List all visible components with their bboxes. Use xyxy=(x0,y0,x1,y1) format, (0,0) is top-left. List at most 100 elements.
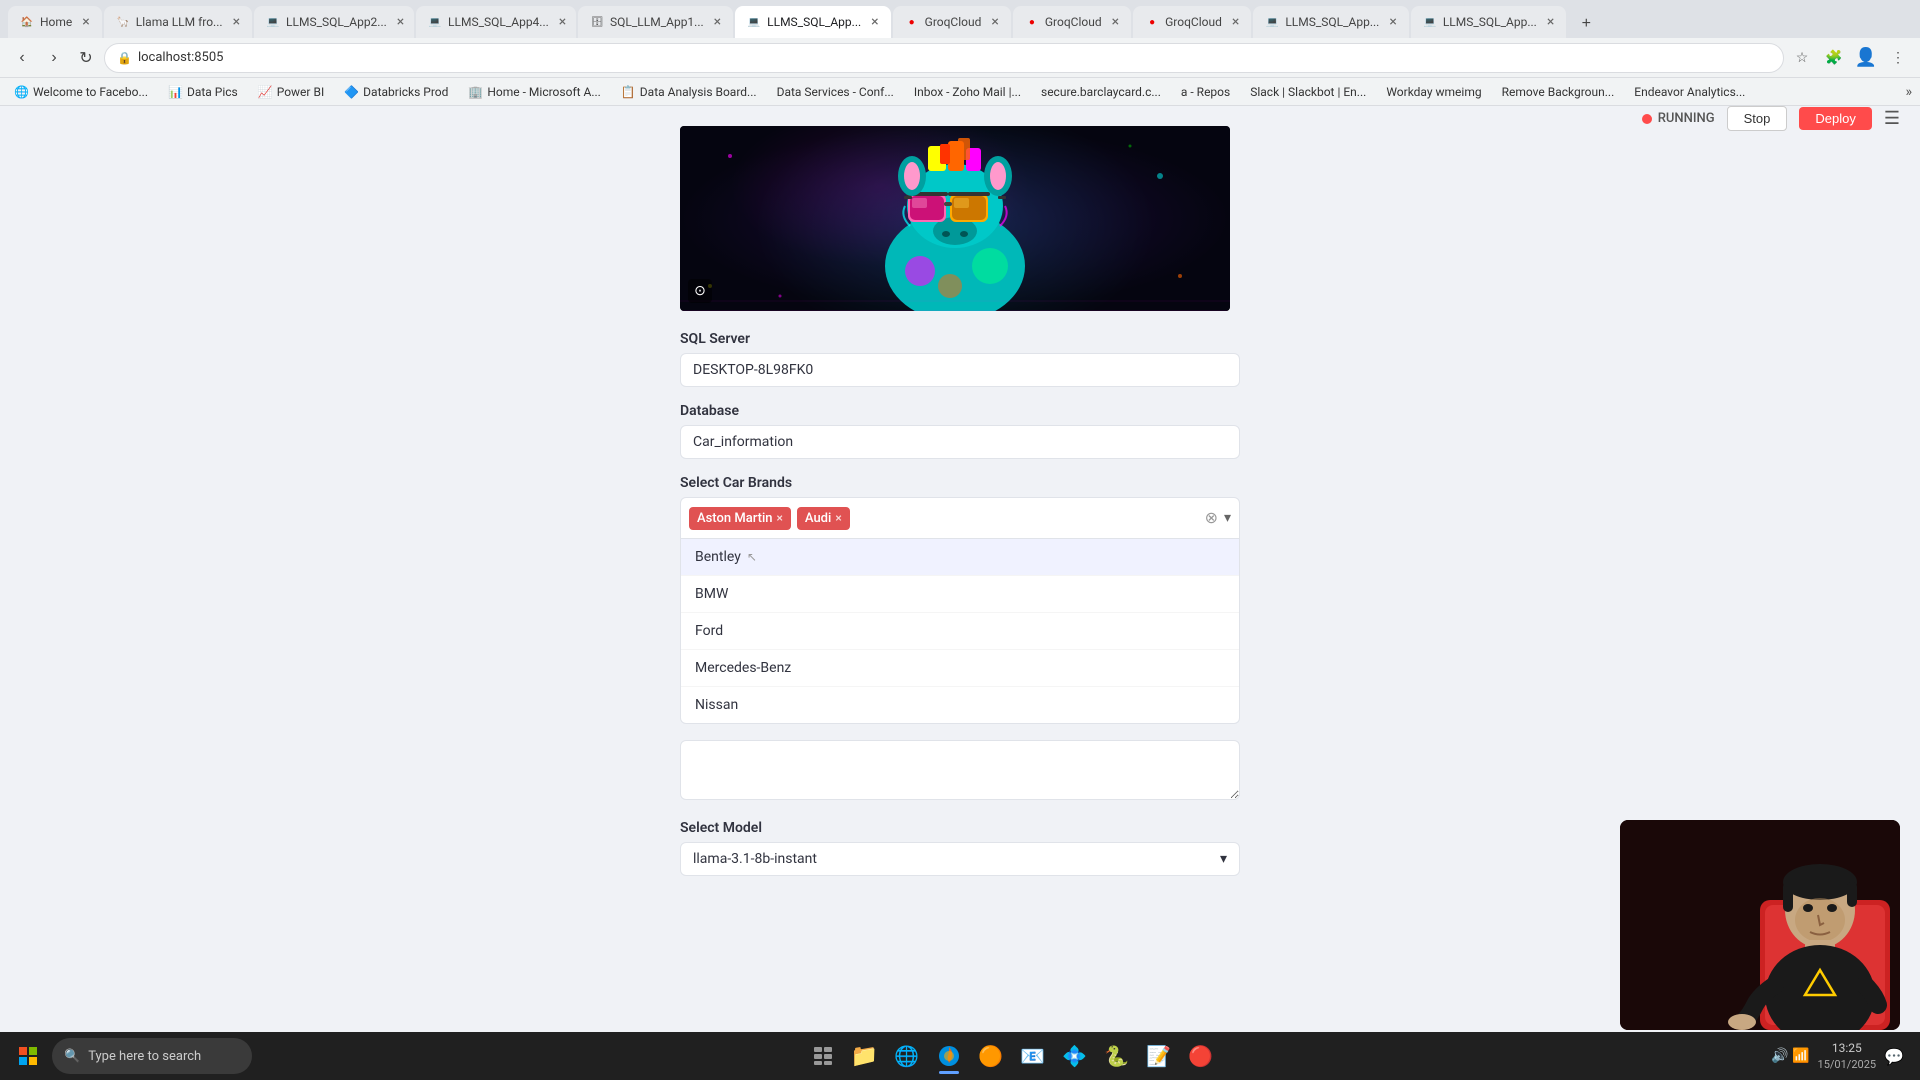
taskbar-vs-icon[interactable]: 💠 xyxy=(1055,1036,1095,1076)
bookmark-endeavor[interactable]: Endeavor Analytics... xyxy=(1628,83,1751,101)
stop-button[interactable]: Stop xyxy=(1727,106,1788,131)
model-select[interactable]: llama-3.1-8b-instant ▾ xyxy=(680,842,1240,876)
tab-favicon: 🦙 xyxy=(116,15,130,29)
bookmark-label: Slack | Slackbot | En... xyxy=(1250,85,1366,99)
tag-label: Audi xyxy=(805,511,831,526)
tab-close[interactable]: × xyxy=(78,14,89,30)
refresh-button[interactable]: ↻ xyxy=(72,44,100,72)
tab-close[interactable]: × xyxy=(1108,14,1119,30)
bookmark-label: Remove Backgroun... xyxy=(1502,85,1615,99)
deploy-button[interactable]: Deploy xyxy=(1799,107,1871,130)
new-tab-button[interactable]: + xyxy=(1572,10,1600,38)
bookmark-zoho[interactable]: Inbox - Zoho Mail |... xyxy=(908,83,1027,101)
tab-favicon: 💻 xyxy=(1265,15,1279,29)
tab-close[interactable]: × xyxy=(393,14,404,30)
bookmark-microsoft[interactable]: 🏢 Home - Microsoft A... xyxy=(462,83,606,101)
bookmark-databoard[interactable]: 📋 Data Analysis Board... xyxy=(615,83,763,101)
start-button[interactable] xyxy=(8,1036,48,1076)
bookmark-databricks[interactable]: 🔷 Databricks Prod xyxy=(338,83,454,101)
bookmark-dataservices[interactable]: Data Services - Conf... xyxy=(771,83,900,101)
taskbar-mail[interactable]: 📧 xyxy=(1013,1036,1053,1076)
taskbar-red-icon[interactable]: 🔴 xyxy=(1181,1036,1221,1076)
multiselect-box[interactable]: Aston Martin × Audi × ⊗ ▾ xyxy=(680,497,1240,539)
tab-close[interactable]: × xyxy=(229,14,240,30)
tab-home[interactable]: 🏠 Home × xyxy=(8,6,102,38)
textarea-group xyxy=(680,740,1240,804)
bookmark-icon: 🏢 xyxy=(468,85,483,99)
bookmark-powerbi[interactable]: 📈 Power BI xyxy=(252,83,330,101)
bookmark-barclaycard[interactable]: secure.barclaycard.c... xyxy=(1035,83,1167,101)
tag-aston-close[interactable]: × xyxy=(777,511,783,525)
hero-image: ⊙ xyxy=(680,126,1230,311)
bookmark-removebg[interactable]: Remove Backgroun... xyxy=(1496,83,1621,101)
lock-icon: 🔒 xyxy=(117,51,132,65)
tab-close[interactable]: × xyxy=(1228,14,1239,30)
tab-sql[interactable]: 🗄 SQL_LLM_App1... × xyxy=(578,6,733,38)
dropdown-item-bentley[interactable]: Bentley ↖ xyxy=(681,539,1239,576)
screenshot-icon[interactable]: ⊙ xyxy=(688,279,712,303)
tab-label: Llama LLM fro... xyxy=(136,15,223,29)
running-dot xyxy=(1642,114,1652,124)
tab-llms4[interactable]: 💻 LLMS_SQL_App4... × xyxy=(416,6,576,38)
dropdown-item-ford[interactable]: Ford xyxy=(681,613,1239,650)
model-label: Select Model xyxy=(680,820,1240,836)
system-icons[interactable]: 🔊 📶 xyxy=(1771,1048,1809,1064)
tag-audi[interactable]: Audi × xyxy=(797,507,850,530)
bookmark-facebook[interactable]: 🌐 Welcome to Facebo... xyxy=(8,83,154,101)
tab-llms-active[interactable]: 💻 LLMS_SQL_App... × xyxy=(735,6,890,38)
bookmark-datapics[interactable]: 📊 Data Pics xyxy=(162,83,244,101)
bookmark-label: Data Pics xyxy=(187,85,238,99)
dropdown-item-bmw[interactable]: BMW xyxy=(681,576,1239,613)
streamlit-toolbar: RUNNING Stop Deploy ☰ xyxy=(1642,106,1900,131)
bookmark-label: secure.barclaycard.c... xyxy=(1041,85,1161,99)
bookmark-label: Workday wmeimg xyxy=(1386,85,1481,99)
tab-llama[interactable]: 🦙 Llama LLM fro... × xyxy=(104,6,252,38)
profile-btn[interactable]: 👤 xyxy=(1852,44,1880,72)
bookmarks-more[interactable]: » xyxy=(1905,84,1912,100)
tag-aston-martin[interactable]: Aston Martin × xyxy=(689,507,791,530)
tab-groq2[interactable]: ● GroqCloud × xyxy=(1013,6,1131,38)
back-button[interactable]: ‹ xyxy=(8,44,36,72)
tab-close[interactable]: × xyxy=(555,14,566,30)
tab-close[interactable]: × xyxy=(1543,14,1554,30)
forward-button[interactable]: › xyxy=(40,44,68,72)
tab-close[interactable]: × xyxy=(867,14,878,30)
tab-close[interactable]: × xyxy=(710,14,721,30)
clear-button[interactable]: ⊗ xyxy=(1205,510,1218,526)
bookmark-slack[interactable]: Slack | Slackbot | En... xyxy=(1244,83,1372,101)
tab-groq1[interactable]: ● GroqCloud × xyxy=(893,6,1011,38)
tab-label: SQL_LLM_App1... xyxy=(610,15,704,29)
bookmark-repos[interactable]: a - Repos xyxy=(1175,83,1236,101)
bookmark-star[interactable]: ☆ xyxy=(1788,44,1816,72)
tag-label: Aston Martin xyxy=(697,511,773,526)
taskbar-chrome[interactable]: 🌐 xyxy=(887,1036,927,1076)
tab-groq3[interactable]: ● GroqCloud × xyxy=(1133,6,1251,38)
tab-llms11[interactable]: 💻 LLMS_SQL_App... × xyxy=(1411,6,1566,38)
dropdown-item-nissan[interactable]: Nissan xyxy=(681,687,1239,723)
menu-btn[interactable]: ⋮ xyxy=(1884,44,1912,72)
taskbar-vscode[interactable]: 📝 xyxy=(1139,1036,1179,1076)
tag-audi-close[interactable]: × xyxy=(835,511,841,525)
hamburger-icon[interactable]: ☰ xyxy=(1884,108,1900,129)
notification-icon[interactable]: 💬 xyxy=(1884,1047,1904,1066)
tab-llms2[interactable]: 💻 LLMS_SQL_App2... × xyxy=(254,6,414,38)
dropdown-item-mercedes[interactable]: Mercedes-Benz xyxy=(681,650,1239,687)
taskbar-search[interactable]: 🔍 Type here to search xyxy=(52,1038,252,1074)
bookmark-workday[interactable]: Workday wmeimg xyxy=(1380,83,1487,101)
taskbar-python[interactable]: 🐍 xyxy=(1097,1036,1137,1076)
taskbar-orange-icon[interactable]: 🟠 xyxy=(971,1036,1011,1076)
database-value: Car_information xyxy=(680,425,1240,459)
address-bar[interactable]: 🔒 localhost:8505 xyxy=(104,43,1784,73)
tab-favicon: 💻 xyxy=(266,15,280,29)
extensions-btn[interactable]: 🧩 xyxy=(1820,44,1848,72)
taskbar-task-view[interactable] xyxy=(803,1036,843,1076)
webcam-svg xyxy=(1620,820,1900,1030)
dropdown-arrow[interactable]: ▾ xyxy=(1224,510,1231,526)
taskbar-file-explorer[interactable]: 📁 xyxy=(845,1036,885,1076)
tab-close[interactable]: × xyxy=(1385,14,1396,30)
tab-close[interactable]: × xyxy=(987,14,998,30)
text-input[interactable] xyxy=(680,740,1240,800)
tab-llms10[interactable]: 💻 LLMS_SQL_App... × xyxy=(1253,6,1408,38)
taskbar-firefox[interactable] xyxy=(929,1036,969,1076)
car-brands-label: Select Car Brands xyxy=(680,475,1240,491)
